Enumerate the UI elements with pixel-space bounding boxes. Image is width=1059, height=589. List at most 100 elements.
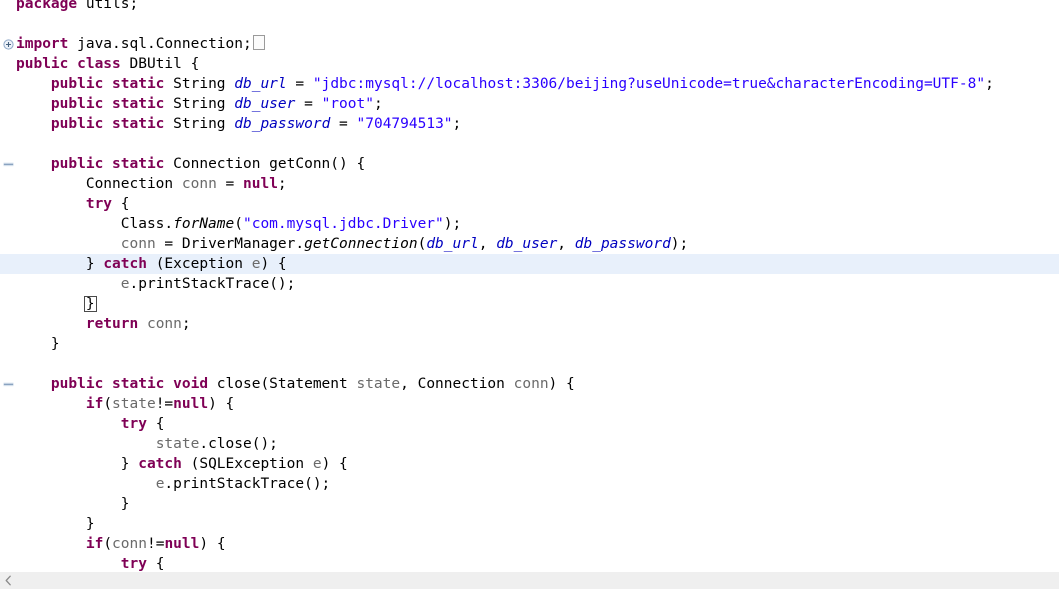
code-line[interactable]: Class.forName("com.mysql.jdbc.Driver");: [0, 214, 1059, 234]
code-line[interactable]: [0, 354, 1059, 374]
code-token: if: [85, 396, 104, 412]
code-line[interactable]: package utils;: [0, 0, 1059, 14]
code-line[interactable]: e.printStackTrace();: [0, 474, 1059, 494]
code-token: !=: [155, 396, 174, 412]
collapsed-imports-indicator[interactable]: [252, 35, 265, 50]
code-token: public static: [50, 156, 165, 172]
code-token: }: [16, 256, 104, 272]
code-line[interactable]: if(state!=null) {: [0, 394, 1059, 414]
code-token: conn: [513, 376, 549, 392]
code-token: package: [16, 0, 78, 12]
code-token: try: [120, 416, 147, 432]
code-token: ;: [373, 96, 383, 112]
code-token: conn: [181, 176, 217, 192]
code-token: (SQLException: [181, 456, 313, 472]
code-token: }: [83, 296, 97, 312]
code-token: Class.: [16, 216, 174, 232]
code-token: ) {: [260, 256, 287, 272]
code-token: try: [120, 556, 147, 572]
code-line[interactable]: [0, 134, 1059, 154]
code-token: ,: [557, 236, 575, 252]
code-token: "root": [321, 96, 374, 112]
code-token: null: [164, 536, 200, 552]
code-line[interactable]: try {: [0, 194, 1059, 214]
code-line[interactable]: }: [0, 514, 1059, 534]
scrollbar-track[interactable]: [17, 572, 1059, 589]
code-line[interactable]: public static String db_url = "jdbc:mysq…: [0, 74, 1059, 94]
code-token: , Connection: [400, 376, 514, 392]
code-token: String: [164, 96, 235, 112]
code-token: db_user: [234, 96, 296, 112]
code-token: ;: [277, 176, 287, 192]
code-token: db_url: [234, 76, 287, 92]
code-token: );: [670, 236, 689, 252]
code-token: ) {: [208, 396, 235, 412]
code-token: null: [243, 176, 278, 192]
code-token: ;: [452, 116, 462, 132]
code-line[interactable]: public static void close(Statement state…: [0, 374, 1059, 394]
code-line[interactable]: }: [0, 494, 1059, 514]
code-line[interactable]: if(conn!=null) {: [0, 534, 1059, 554]
code-token: conn: [112, 536, 147, 552]
code-line[interactable]: return conn;: [0, 314, 1059, 334]
code-line[interactable]: public static String db_user = "root";: [0, 94, 1059, 114]
code-token: );: [443, 216, 462, 232]
code-line[interactable]: e.printStackTrace();: [0, 274, 1059, 294]
code-line[interactable]: conn = DriverManager.getConnection(db_ur…: [0, 234, 1059, 254]
code-line[interactable]: public static Connection getConn() {: [0, 154, 1059, 174]
code-line[interactable]: Connection conn = null;: [0, 174, 1059, 194]
code-token: {: [146, 416, 165, 432]
code-token: .close();: [199, 436, 278, 452]
code-token: conn: [120, 236, 156, 252]
code-token: String: [164, 116, 235, 132]
code-token: close(Statement: [208, 376, 357, 392]
code-line[interactable]: [0, 14, 1059, 34]
code-token: state: [112, 396, 156, 412]
code-token: state: [356, 376, 401, 392]
code-line[interactable]: }: [0, 294, 1059, 314]
code-token: .printStackTrace();: [164, 476, 331, 492]
java-code-editor[interactable]: package utils; import java.sql.Connectio…: [0, 0, 1059, 589]
code-token: null: [173, 396, 209, 412]
code-token: return: [85, 316, 139, 332]
horizontal-scrollbar[interactable]: [0, 571, 1059, 589]
code-line[interactable]: import java.sql.Connection;: [0, 34, 1059, 54]
code-token: db_password: [234, 116, 331, 132]
fold-collapse-icon[interactable]: [0, 154, 16, 174]
code-line[interactable]: state.close();: [0, 434, 1059, 454]
code-token: ) {: [321, 456, 348, 472]
fold-expand-icon[interactable]: [0, 34, 16, 54]
code-text-area[interactable]: package utils; import java.sql.Connectio…: [0, 0, 1059, 572]
code-line[interactable]: public static String db_password = "7047…: [0, 114, 1059, 134]
code-line[interactable]: } catch (SQLException e) {: [0, 454, 1059, 474]
code-line[interactable]: }: [0, 334, 1059, 354]
code-token: db_url: [426, 236, 479, 252]
code-line[interactable]: try {: [0, 554, 1059, 572]
code-token: !=: [146, 536, 165, 552]
fold-collapse-icon[interactable]: [0, 374, 16, 394]
code-line[interactable]: try {: [0, 414, 1059, 434]
code-token: if: [85, 536, 104, 552]
code-line[interactable]: public class DBUtil {: [0, 54, 1059, 74]
code-token: ,: [478, 236, 497, 252]
code-token: public static void: [50, 376, 209, 392]
code-line[interactable]: } catch (Exception e) {: [0, 254, 1059, 274]
scroll-left-arrow-icon[interactable]: [0, 572, 17, 589]
code-token: =: [216, 176, 243, 192]
code-token: (Exception: [146, 256, 252, 272]
code-token: Connection: [16, 176, 182, 192]
code-token: (: [103, 396, 113, 412]
